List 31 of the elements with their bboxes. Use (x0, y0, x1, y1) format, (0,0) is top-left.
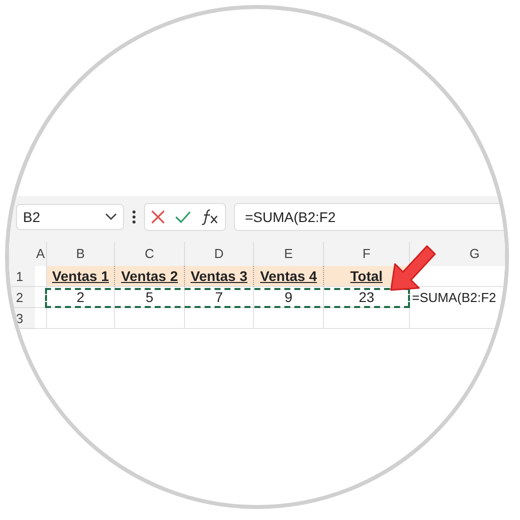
row-header[interactable]: 1 (9, 266, 35, 287)
table-cell: 2 (47, 287, 115, 308)
heading-text: Total (350, 268, 383, 284)
heading-text: Ventas 3 (190, 268, 248, 284)
formula-bar[interactable]: =SUMA(B2:F2 (234, 203, 505, 231)
row-header[interactable]: 2 (9, 287, 35, 308)
column-header[interactable]: D (185, 242, 254, 266)
empty-cell (35, 308, 47, 329)
name-box[interactable]: B2 (16, 204, 124, 230)
empty-cell (185, 308, 254, 329)
grip-icon (132, 210, 136, 224)
function-icon[interactable] (201, 209, 219, 225)
empty-cell (254, 308, 324, 329)
column-header[interactable]: A (35, 242, 47, 266)
table-cell: 9 (254, 287, 324, 308)
table-cell: 7 (185, 287, 254, 308)
checkmark-icon[interactable] (175, 211, 191, 223)
caret-icon (105, 213, 117, 221)
column-header[interactable]: B (47, 242, 115, 266)
empty-cell (35, 287, 47, 308)
empty-cell (47, 308, 115, 329)
column-header[interactable]: E (254, 242, 324, 266)
column-header[interactable]: F (324, 242, 410, 266)
table-cell-text: =SUMA(B2:F2 (411, 289, 498, 307)
column-header[interactable]: C (115, 242, 185, 266)
heading-text: Ventas 1 (52, 268, 109, 284)
heading-text: Ventas 2 (121, 268, 178, 284)
cancel-icon[interactable] (151, 210, 165, 224)
heading-text: Ventas 4 (260, 268, 317, 284)
table-cell: 5 (115, 287, 185, 308)
empty-cell (115, 308, 185, 329)
